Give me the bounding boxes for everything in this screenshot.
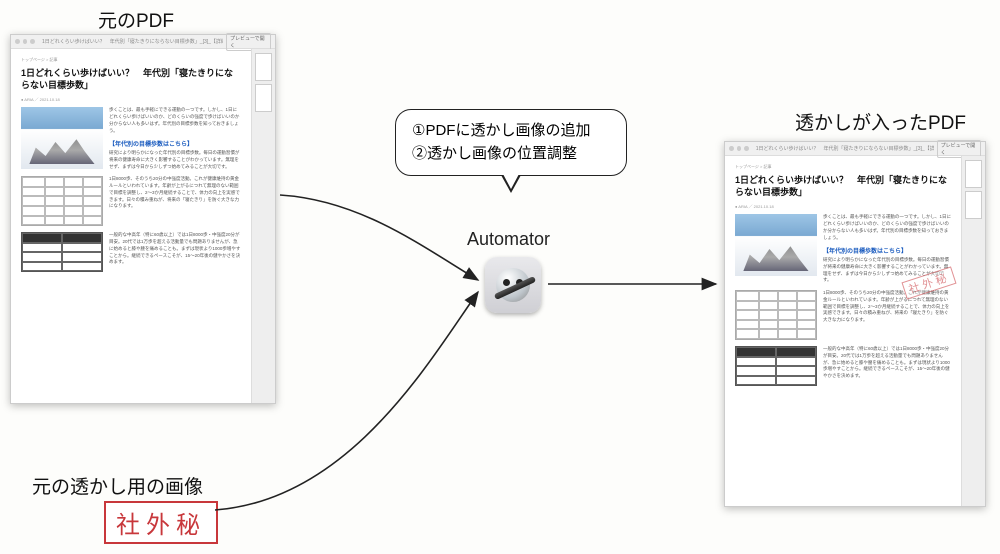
doc-byline: ● ARIA ／ 2021.10.18 xyxy=(735,204,951,210)
label-source-stamp: 元の透かし用の画像 xyxy=(32,472,203,499)
traffic-light-icon xyxy=(23,39,28,44)
doc-headline: 1日どれくらい歩けばいい？ 年代別「寝たきりにならない目標歩数」 xyxy=(21,67,241,91)
automator-app-icon xyxy=(485,257,541,313)
article-table-dark xyxy=(735,346,817,386)
pdf-page: トップページ > 記事 1日どれくらい歩けばいい？ 年代別「寝たきりにならない目… xyxy=(11,49,251,403)
arrow-source-to-automator xyxy=(280,195,478,280)
bubble-line-1: ①PDFに透かし画像の追加 xyxy=(412,120,610,143)
pdf-body: トップページ > 記事 1日どれくらい歩けばいい？ 年代別「寝たきりにならない目… xyxy=(725,156,985,506)
article-photo xyxy=(735,214,817,276)
traffic-light-icon xyxy=(15,39,20,44)
page-thumbnail[interactable] xyxy=(255,84,272,112)
doc-meta: トップページ > 記事 xyxy=(21,57,241,63)
window-titlebar: 1日どれくらい歩けばいい？ 年代別「寝たきりにならない目標歩数」_[3]_【詳細… xyxy=(11,35,275,49)
traffic-light-icon xyxy=(744,146,749,151)
doc-headline: 1日どれくらい歩けばいい？ 年代別「寝たきりにならない目標歩数」 xyxy=(735,174,951,198)
label-source-pdf: 元のPDF xyxy=(98,6,174,33)
bubble-line-2: ②透かし画像の位置調整 xyxy=(412,143,610,166)
page-thumbnail[interactable] xyxy=(965,160,982,188)
article-photo xyxy=(21,107,103,169)
article-subhead: 【年代別の目標歩数はこちら】 xyxy=(109,142,193,148)
stamp-image: 社外秘 xyxy=(104,501,218,544)
window-titlebar: 1日どれくらい歩けばいい？ 年代別「寝たきりにならない目標歩数」_[3]_【詳細… xyxy=(725,142,985,156)
article-paragraph: 一般的な中高年（特に60歳以上）では1日8000歩・中強度20分が目安。20代で… xyxy=(823,346,951,386)
article-table-dark xyxy=(21,232,103,272)
preview-open-button[interactable]: プレビューで開く xyxy=(226,33,271,51)
doc-meta: トップページ > 記事 xyxy=(735,164,951,170)
page-thumbnail[interactable] xyxy=(965,191,982,219)
preview-open-button[interactable]: プレビューで開く xyxy=(937,140,981,158)
article-paragraph: 1日8000歩、そのうち20分の中強度活動。これが健康維持の黄金ルールといわれて… xyxy=(109,176,241,226)
window-title: 1日どれくらい歩けばいい？ 年代別「寝たきりにならない目標歩数」_[3]_【詳細… xyxy=(42,38,223,45)
source-pdf-window: 1日どれくらい歩けばいい？ 年代別「寝たきりにならない目標歩数」_[3]_【詳細… xyxy=(10,34,276,404)
pdf-page: トップページ > 記事 1日どれくらい歩けばいい？ 年代別「寝たきりにならない目… xyxy=(725,156,961,506)
article-paragraph: 一般的な中高年（特に60歳以上）では1日8000歩・中強度20分が目安。20代で… xyxy=(109,232,241,272)
article-table xyxy=(735,290,817,340)
doc-byline: ● ARIA ／ 2021.10.18 xyxy=(21,97,241,103)
speech-bubble-tail-icon xyxy=(501,175,521,193)
article-table xyxy=(21,176,103,226)
article-paragraph: 歩くことは、最も手軽にできる運動の一つです。しかし、1日にどれくらい歩けばいいの… xyxy=(109,107,241,170)
speech-bubble: ①PDFに透かし画像の追加 ②透かし画像の位置調整 xyxy=(395,109,627,176)
automator-label: Automator xyxy=(467,229,550,250)
label-output-pdf: 透かしが入ったPDF xyxy=(795,108,966,135)
pdf-thumbnail-sidebar xyxy=(251,49,275,403)
traffic-light-icon xyxy=(729,146,734,151)
page-thumbnail[interactable] xyxy=(255,53,272,81)
article-paragraph: 1日8000歩、そのうち20分の中強度活動。これが健康維持の黄金ルールといわれて… xyxy=(823,290,951,340)
article-subhead: 【年代別の目標歩数はこちら】 xyxy=(823,249,907,255)
pdf-body: トップページ > 記事 1日どれくらい歩けばいい？ 年代別「寝たきりにならない目… xyxy=(11,49,275,403)
traffic-light-icon xyxy=(737,146,742,151)
window-title: 1日どれくらい歩けばいい？ 年代別「寝たきりにならない目標歩数」_[3]_【詳細… xyxy=(756,145,934,152)
traffic-light-icon xyxy=(30,39,35,44)
pdf-thumbnail-sidebar xyxy=(961,156,985,506)
output-pdf-window: 1日どれくらい歩けばいい？ 年代別「寝たきりにならない目標歩数」_[3]_【詳細… xyxy=(724,141,986,507)
